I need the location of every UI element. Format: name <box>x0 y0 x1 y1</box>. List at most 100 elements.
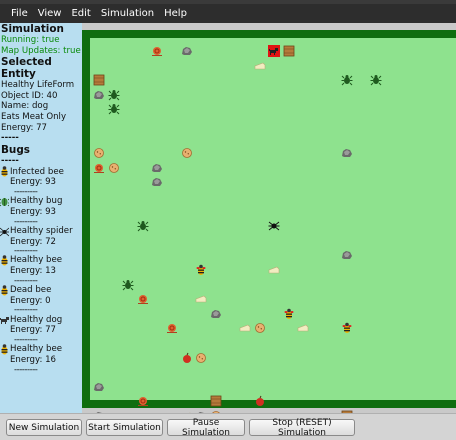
bug-entry-label: Healthy dog <box>10 314 63 325</box>
apple-entity[interactable] <box>254 392 266 407</box>
menu-view[interactable]: View <box>33 4 67 23</box>
cheese-entity[interactable] <box>254 57 266 69</box>
bug-entry-name: Healthy bee <box>0 344 82 355</box>
bug-entry-energy: Energy: 72 <box>10 236 57 247</box>
bee-entity[interactable] <box>195 261 207 275</box>
rock-entity[interactable] <box>210 305 222 318</box>
new-simulation-button[interactable]: New Simulation <box>6 419 82 436</box>
start-simulation-button[interactable]: Start Simulation <box>86 419 163 436</box>
spider-entity[interactable] <box>268 217 280 231</box>
bug-entity[interactable] <box>137 217 149 232</box>
rock-entity[interactable] <box>341 246 353 260</box>
bug-entry-energy: Energy: 13 <box>10 266 57 277</box>
bugs-divider: ----- <box>1 155 19 166</box>
rock-entity[interactable] <box>93 86 105 99</box>
selected-state: Healthy LifeForm <box>1 80 75 91</box>
bug-entry-separator: --------- <box>14 216 38 227</box>
bug-entry-name: Dead bee <box>0 284 82 296</box>
bug-icon <box>0 196 10 207</box>
bug-entry-label: Dead bee <box>10 284 52 295</box>
map-updates-status: Map Updates: true <box>1 45 81 56</box>
cookie-entity[interactable] <box>93 144 105 159</box>
snail-entity[interactable] <box>151 42 163 56</box>
world-map[interactable] <box>82 30 456 422</box>
cheese-entity[interactable] <box>195 290 207 303</box>
selected-divider: ----- <box>1 133 19 144</box>
rock-entity[interactable] <box>151 173 163 187</box>
bee-icon <box>0 166 9 177</box>
bugs-heading: Bugs <box>1 143 30 156</box>
dog-icon <box>0 314 9 325</box>
bug-entry-energy: Energy: 93 <box>10 206 57 217</box>
rock-entity[interactable] <box>93 378 105 391</box>
cheese-entity[interactable] <box>268 261 280 274</box>
selected-name: Name: dog <box>1 101 49 112</box>
bug-entry-name: Healthy spider <box>0 226 82 237</box>
menu-bar: File View Edit Simulation Help <box>0 4 456 23</box>
cheese-entity[interactable] <box>297 319 309 332</box>
bug-entry-separator: --------- <box>14 186 38 197</box>
bug-entry-label: Healthy bee <box>10 344 63 355</box>
pause-simulation-button[interactable]: Pause Simulation <box>167 418 245 438</box>
bug-entry-energy: Energy: 77 <box>10 325 57 336</box>
crate-entity[interactable] <box>93 71 105 86</box>
snail-entity[interactable] <box>93 159 105 173</box>
cookie-entity[interactable] <box>181 144 193 159</box>
stop-reset-simulation-button[interactable]: Stop (RESET) Simulation <box>249 418 355 438</box>
menu-simulation[interactable]: Simulation <box>96 4 159 23</box>
rock-entity[interactable] <box>341 144 353 158</box>
snail-entity[interactable] <box>137 392 149 407</box>
snail-entity[interactable] <box>166 319 178 334</box>
control-bar: New Simulation Start Simulation Pause Si… <box>0 413 456 440</box>
rock-entity[interactable] <box>151 159 163 172</box>
bug-entry-energy: Energy: 0 <box>10 295 51 306</box>
bug-entity[interactable] <box>341 71 353 86</box>
grass-field[interactable] <box>90 38 456 422</box>
bee-icon <box>0 255 9 266</box>
bug-list: Infected bee Energy: 93 --------- Healthy b… <box>0 166 82 375</box>
bug-entry-name: Infected bee <box>0 166 82 177</box>
bug-entry-label: Healthy bug <box>10 196 63 207</box>
running-status: Running: true <box>1 35 60 45</box>
simulation-heading: Simulation <box>1 23 64 35</box>
info-sidebar: Simulation Running: true Map Updates: tr… <box>0 23 82 413</box>
bug-entry-separator: --------- <box>14 334 38 345</box>
menu-help[interactable]: Help <box>159 4 192 23</box>
bug-entry-separator: --------- <box>14 246 38 257</box>
bug-entry-label: Healthy bee <box>10 255 63 266</box>
apple-entity[interactable] <box>181 349 193 363</box>
bee-icon <box>0 344 9 355</box>
bug-entry-label: Infected bee <box>10 166 64 177</box>
bug-entity[interactable] <box>108 100 120 115</box>
bug-entry-energy: Energy: 16 <box>10 354 57 365</box>
bug-entity[interactable] <box>108 86 120 101</box>
crate-entity[interactable] <box>210 392 222 407</box>
bug-entry-label: Healthy spider <box>10 225 73 236</box>
selected-object-id: Object ID: 40 <box>1 90 58 101</box>
selected-energy: Energy: 77 <box>1 122 48 133</box>
bug-entry-separator: --------- <box>14 364 38 375</box>
bug-entry-separator: --------- <box>14 305 38 316</box>
dog-selected-entity[interactable] <box>268 42 281 57</box>
bug-entry-energy: Energy: 93 <box>10 177 57 188</box>
bee-entity[interactable] <box>341 319 353 334</box>
snail-entity[interactable] <box>137 290 149 305</box>
menu-edit[interactable]: Edit <box>66 4 95 23</box>
selected-diet: Eats Meat Only <box>1 111 67 122</box>
spider-icon <box>0 226 10 237</box>
selected-entity-heading: Selected Entity <box>1 56 52 81</box>
bee-icon <box>0 284 9 296</box>
bug-entry-name: Healthy bug <box>0 196 82 207</box>
bug-entry-separator: --------- <box>14 275 38 286</box>
bug-entity[interactable] <box>370 71 382 86</box>
menu-file[interactable]: File <box>6 4 33 23</box>
cheese-entity[interactable] <box>239 319 251 332</box>
bug-entity[interactable] <box>122 276 134 290</box>
cookie-entity[interactable] <box>108 159 120 173</box>
bee-entity[interactable] <box>283 305 295 319</box>
crate-entity[interactable] <box>283 42 295 57</box>
rock-entity[interactable] <box>181 42 193 55</box>
cookie-entity[interactable] <box>195 349 207 363</box>
cookie-entity[interactable] <box>254 319 266 334</box>
bug-entry-name: Healthy bee <box>0 255 82 266</box>
